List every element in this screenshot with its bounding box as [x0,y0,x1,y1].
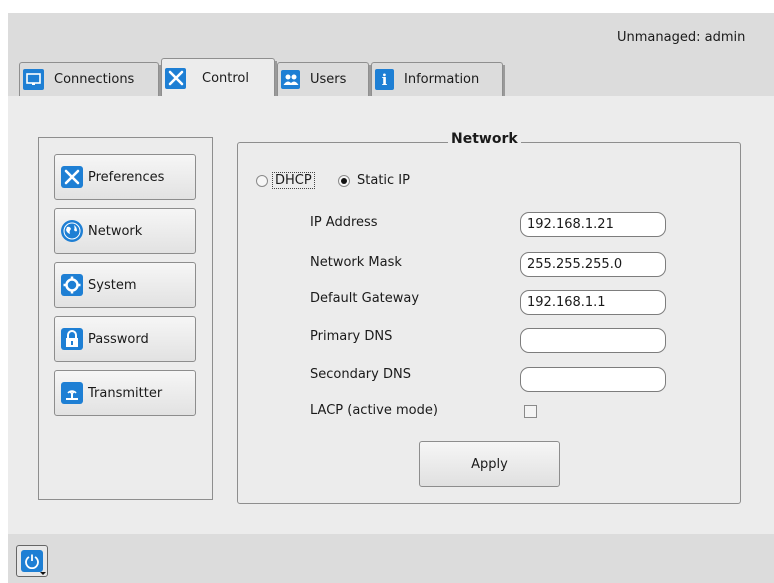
tab-label: Control [202,70,249,86]
apply-button[interactable]: Apply [419,441,560,487]
sidebar-item-preferences[interactable]: Preferences [54,154,196,200]
ip-address-field[interactable] [520,212,666,237]
network-mask-field[interactable] [520,252,666,277]
sidebar-item-label: System [88,277,137,293]
lacp-checkbox[interactable] [524,405,537,418]
bottom-bar [8,534,774,583]
default-gateway-field[interactable] [520,290,666,315]
sidebar-item-label: Preferences [88,169,165,185]
tab-label: Users [310,72,347,87]
tools-icon [165,67,186,89]
gear-icon [61,274,83,296]
dhcp-label[interactable]: DHCP [272,172,315,189]
sidebar-item-label: Password [88,331,149,347]
info-icon: i [375,69,394,90]
primary-dns-field[interactable] [520,328,666,353]
power-icon [21,550,43,572]
lacp-label: LACP (active mode) [310,403,438,418]
monitor-icon [23,69,44,90]
power-menu-button[interactable] [16,545,48,577]
users-icon [281,70,300,89]
dhcp-radio[interactable] [256,175,268,187]
tab-control[interactable]: Control [161,58,277,97]
sidebar-item-label: Transmitter [88,385,163,401]
sidebar-item-password[interactable]: Password [54,316,196,362]
tab-label: Connections [54,72,135,87]
secondary-dns-field[interactable] [520,367,666,392]
static-ip-label[interactable]: Static IP [357,173,410,188]
sidebar-item-system[interactable]: System [54,262,196,308]
tools-icon [61,166,83,188]
tab-users[interactable]: Users [277,62,371,96]
network-title: Network [448,131,521,147]
globe-icon [61,220,83,242]
static-ip-radio[interactable] [338,175,350,187]
tab-label: Information [404,72,480,87]
tab-information[interactable]: i Information [371,62,505,96]
lock-icon [61,328,83,350]
chevron-down-icon [40,572,46,575]
ip-address-label: IP Address [310,215,378,230]
primary-dns-label: Primary DNS [310,329,393,344]
sidebar-item-transmitter[interactable]: Transmitter [54,370,196,416]
transmitter-icon [61,382,83,404]
network-mask-label: Network Mask [310,255,402,270]
sidebar-item-network[interactable]: Network [54,208,196,254]
default-gateway-label: Default Gateway [310,291,420,306]
tab-connections[interactable]: Connections [19,62,161,96]
secondary-dns-label: Secondary DNS [310,367,411,382]
sidebar-item-label: Network [88,223,143,239]
user-status-label: Unmanaged: admin [617,30,746,45]
